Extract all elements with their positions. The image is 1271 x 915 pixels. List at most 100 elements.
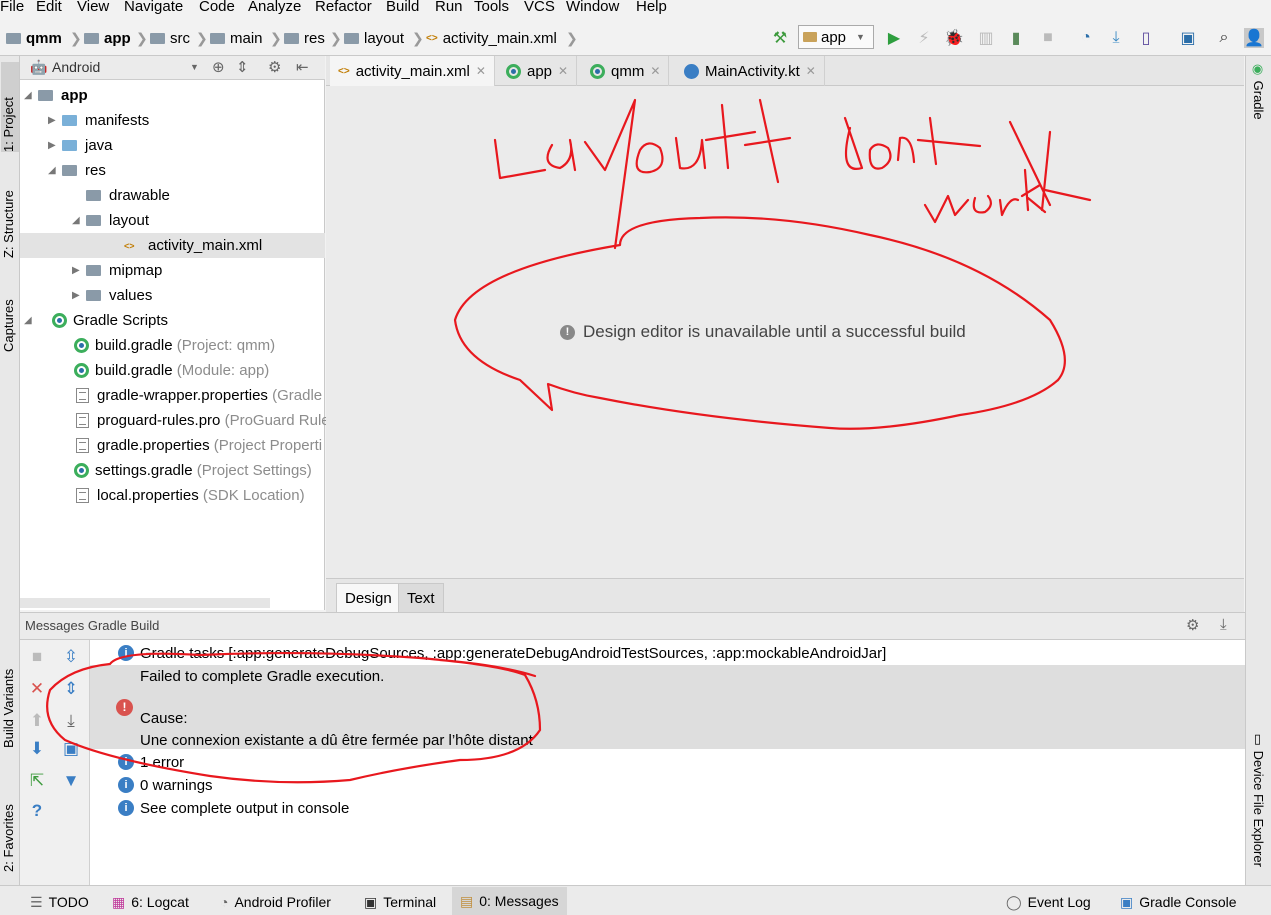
breadcrumb-app[interactable]: app [84,28,131,48]
tree-item-res[interactable]: ◢ res [48,158,106,183]
stop-icon[interactable]: ■ [26,646,48,668]
tab-project[interactable]: 1: Project [1,62,19,152]
attach-debugger-icon[interactable]: ▮ [1006,28,1026,48]
chevron-right-icon[interactable]: ▶ [72,290,86,301]
locate-icon[interactable]: ⊕ [212,58,225,76]
chevron-right-icon[interactable]: ▶ [48,115,62,126]
menu-help[interactable]: Help [636,0,667,15]
profile-icon[interactable]: ▥ [976,28,996,48]
menu-vcs[interactable]: VCS [524,0,555,15]
tree-item-layout[interactable]: ◢ layout [72,208,149,233]
message-see-output[interactable]: i See complete output in console [90,797,1245,819]
tab-logcat[interactable]: ▦ 6: Logcat [112,892,189,912]
panel-icon[interactable]: ▣ [60,738,82,760]
tree-item-proguard[interactable]: proguard-rules.pro (ProGuard Rule [76,408,330,433]
menu-code[interactable]: Code [199,0,235,15]
hide-panel-icon[interactable]: ⤓ [1220,616,1227,633]
expand-all-icon[interactable]: ⇳ [60,646,82,668]
breadcrumb-src[interactable]: src [150,28,190,48]
menu-window[interactable]: Window [566,0,619,15]
tab-app[interactable]: app ✕ [498,56,578,86]
message-cause[interactable]: Cause: [90,707,1245,729]
tree-item-gradle-scripts[interactable]: ◢ Gradle Scripts [24,308,168,333]
tab-captures[interactable]: Captures [1,282,16,352]
collapse-all-icon[interactable]: ⇕ [60,678,82,700]
tab-text[interactable]: Text [398,583,444,612]
android-profiler-icon[interactable]: ◔ [1076,28,1096,48]
avatar[interactable]: 👤 [1244,28,1264,48]
message-gradle-tasks[interactable]: i Gradle tasks [:app:generateDebugSources… [90,642,1245,664]
tab-gradle-console[interactable]: ▣ Gradle Console [1120,892,1237,912]
tab-design[interactable]: Design [336,583,401,612]
tree-item-settings-gradle[interactable]: settings.gradle (Project Settings) [74,458,312,483]
tab-structure[interactable]: Z: Structure [1,168,16,258]
avd-manager-icon[interactable]: ▯ [1136,28,1156,48]
tab-terminal[interactable]: ▣ Terminal [364,892,436,912]
sync-gradle-icon[interactable]: ⤓ [1106,28,1126,48]
tree-item-app[interactable]: ◢ app [24,83,88,108]
close-icon[interactable]: ✕ [26,678,48,700]
menu-navigate[interactable]: Navigate [124,0,183,15]
chevron-down-icon[interactable]: ▼ [190,62,199,72]
make-project-hammer-icon[interactable]: ⚒ [770,28,790,48]
close-icon[interactable]: ✕ [650,64,660,78]
tree-item-local-properties[interactable]: local.properties (SDK Location) [76,483,305,508]
project-structure-icon[interactable]: ▣ [1178,28,1198,48]
message-failed[interactable]: Failed to complete Gradle execution. [90,665,1245,687]
tab-activity-main-xml[interactable]: <> activity_main.xml ✕ [330,56,495,86]
tab-favorites[interactable]: 2: Favorites [1,782,16,872]
tab-android-profiler[interactable]: ◔ Android Profiler [220,892,331,912]
menu-run[interactable]: Run [435,0,463,15]
tree-item-drawable[interactable]: drawable [72,183,170,208]
chevron-down-icon[interactable]: ◢ [72,215,86,226]
menu-build[interactable]: Build [386,0,419,15]
tree-item-manifests[interactable]: ▶ manifests [48,108,149,133]
breadcrumb-main[interactable]: main [210,28,263,48]
tab-gradle[interactable]: ◉ Gradle [1251,62,1266,120]
message-cause-detail[interactable]: Une connexion existante a dû être fermée… [90,729,1245,751]
help-icon[interactable]: ? [26,800,48,822]
run-icon[interactable]: ▶ [884,28,904,48]
tree-item-gradle-wrapper[interactable]: gradle-wrapper.properties (Gradle [76,383,322,408]
menu-file[interactable]: File [0,0,24,15]
tree-item-activity-main[interactable]: <> activity_main.xml [20,233,325,258]
horizontal-scrollbar[interactable] [20,598,270,608]
message-error-count[interactable]: i1 error [90,751,1245,773]
stop-icon[interactable]: ■ [1038,28,1058,48]
close-icon[interactable]: ✕ [476,64,486,78]
chevron-down-icon[interactable]: ◢ [24,315,38,326]
menu-refactor[interactable]: Refactor [315,0,372,15]
breadcrumb-res[interactable]: res [284,28,325,48]
gear-icon[interactable]: ⚙ [1186,616,1199,634]
tab-main-activity-kt[interactable]: MainActivity.kt ✕ [676,56,825,86]
breadcrumb-layout[interactable]: layout [344,28,404,48]
tab-messages[interactable]: ▤ 0: Messages [452,887,567,915]
tree-item-gradle-properties[interactable]: gradle.properties (Project Properti [76,433,322,458]
chevron-right-icon[interactable]: ▶ [72,265,86,276]
tree-item-java[interactable]: ▶ java [48,133,113,158]
hide-panel-icon[interactable]: ⇤ [296,58,309,76]
message-warning-count[interactable]: i0 warnings [90,774,1245,796]
filter-icon[interactable]: ▼ [60,770,82,792]
tab-qmm[interactable]: qmm ✕ [582,56,670,86]
arrow-up-icon[interactable]: ⬆ [26,710,48,732]
search-icon[interactable]: ⌕ [1214,28,1234,48]
project-view-select[interactable]: Android [52,59,100,75]
tree-item-mipmap[interactable]: ▶ mipmap [72,258,162,283]
export-to-file-icon[interactable]: ⇱ [26,770,48,792]
chevron-down-icon[interactable]: ◢ [48,165,62,176]
debug-icon[interactable]: 🐞 [944,28,964,48]
breadcrumb-qmm[interactable]: qmm [6,28,62,48]
close-icon[interactable]: ✕ [558,64,568,78]
tab-device-file-explorer[interactable]: ▯ Device File Explorer [1251,732,1266,867]
tab-event-log[interactable]: ◯ Event Log [1006,892,1091,912]
apply-changes-icon[interactable]: ⚡ [914,28,934,48]
tab-build-variants[interactable]: Build Variants [1,648,16,748]
tree-item-build-gradle-module[interactable]: build.gradle (Module: app) [74,358,269,383]
run-config-select[interactable]: app ▼ [798,25,874,49]
menu-analyze[interactable]: Analyze [248,0,301,15]
menu-tools[interactable]: Tools [474,0,509,15]
tab-todo[interactable]: ☰ TODO [30,892,89,912]
tree-item-build-gradle-project[interactable]: build.gradle (Project: qmm) [74,333,275,358]
close-icon[interactable]: ✕ [806,64,816,78]
